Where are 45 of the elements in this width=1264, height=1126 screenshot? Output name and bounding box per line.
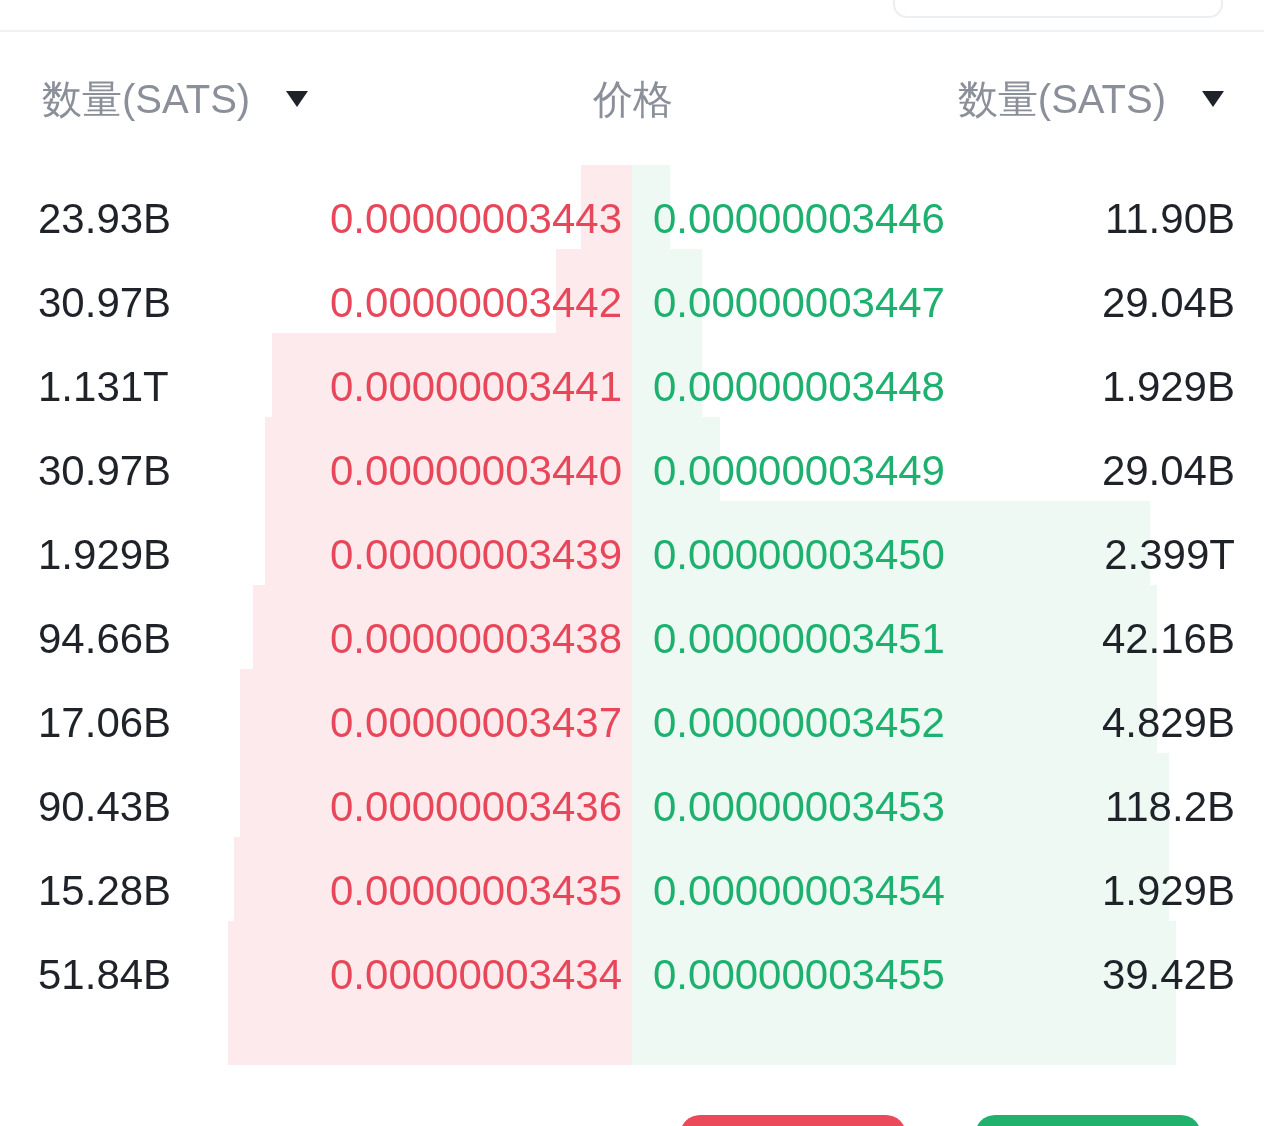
dropdown-icon[interactable]	[1202, 90, 1224, 107]
bid-price[interactable]: 0.00000003437	[330, 698, 622, 748]
ask-price[interactable]: 0.00000003454	[653, 866, 945, 916]
bid-quantity: 23.93B	[38, 194, 172, 244]
bid-quantity: 30.97B	[38, 446, 172, 496]
bid-quantity: 1.929B	[38, 530, 172, 580]
ask-quantity: 2.399T	[1104, 530, 1235, 580]
bid-price[interactable]: 0.00000003440	[330, 446, 622, 496]
bid-quantity: 15.28B	[38, 866, 172, 916]
bid-price[interactable]: 0.00000003439	[330, 530, 622, 580]
ask-quantity: 1.929B	[1101, 362, 1235, 412]
bid-price[interactable]: 0.00000003438	[330, 614, 622, 664]
bid-price[interactable]: 0.00000003436	[330, 782, 622, 832]
bid-quantity: 30.97B	[38, 278, 172, 328]
price-header: 价格	[593, 75, 673, 123]
bid-quantity: 90.43B	[38, 782, 172, 832]
bid-price[interactable]: 0.00000003441	[330, 362, 622, 412]
ask-price[interactable]: 0.00000003450	[653, 530, 945, 580]
ask-price[interactable]: 0.00000003452	[653, 698, 945, 748]
ask-quantity: 39.42B	[1101, 950, 1235, 1000]
bid-price[interactable]: 0.00000003435	[330, 866, 622, 916]
ask-quantity: 11.90B	[1105, 194, 1235, 244]
ask-quantity: 118.2B	[1105, 782, 1235, 832]
ask-price[interactable]: 0.00000003455	[653, 950, 945, 1000]
ask-price[interactable]: 0.00000003448	[653, 362, 945, 412]
quantity-header: 数量(SATS)	[42, 75, 251, 123]
ask-price[interactable]: 0.00000003453	[653, 782, 945, 832]
bid-quantity: 94.66B	[38, 614, 172, 664]
bid-quantity: 51.84B	[38, 950, 172, 1000]
ask-quantity: 42.16B	[1101, 614, 1235, 664]
ask-quantity: 29.04B	[1101, 278, 1235, 328]
ask-price[interactable]: 0.00000003446	[653, 194, 945, 244]
ask-quantity: 4.829B	[1101, 698, 1235, 748]
ask-price[interactable]: 0.00000003447	[653, 278, 945, 328]
ask-price[interactable]: 0.00000003449	[653, 446, 945, 496]
bid-price[interactable]: 0.00000003443	[330, 194, 622, 244]
dropdown-icon[interactable]	[286, 90, 309, 107]
bid-price[interactable]: 0.00000003442	[330, 278, 622, 328]
bid-quantity: 1.131T	[38, 362, 169, 412]
quantity-header: 数量(SATS)	[957, 75, 1166, 123]
bid-quantity: 17.06B	[38, 698, 172, 748]
bid-price[interactable]: 0.00000003434	[330, 950, 622, 1000]
ask-price[interactable]: 0.00000003451	[653, 614, 945, 664]
ask-quantity: 29.04B	[1101, 446, 1235, 496]
ask-quantity: 1.929B	[1101, 866, 1235, 916]
